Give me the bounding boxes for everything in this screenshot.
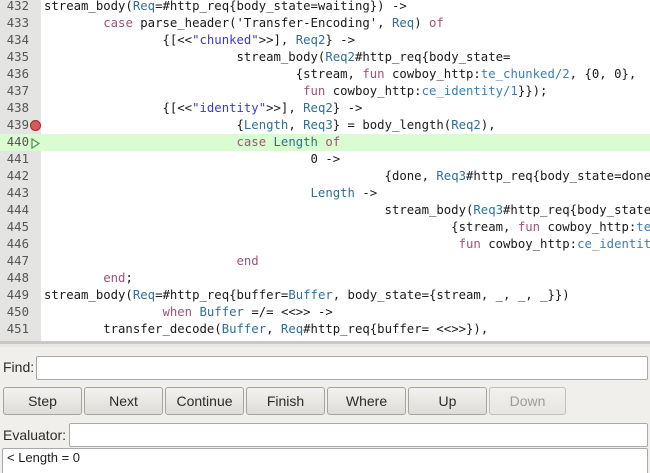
code-line[interactable]: 446 fun cowboy_http:ce_identity/1}} (0, 236, 650, 253)
code-line[interactable]: 434 {[<<"chunked">>], Req2} -> (0, 32, 650, 49)
line-number: 444 (6, 203, 29, 217)
next-button[interactable]: Next (84, 387, 163, 415)
code-line[interactable]: 449 stream_body(Req=#http_req{buffer=Buff… (0, 287, 650, 304)
line-text: case parse_header('Transfer-Encoding', R… (103, 16, 444, 30)
code-line[interactable]: 433 case parse_header('Transfer-Encoding… (0, 15, 650, 32)
code-line[interactable]: 451 transfer_decode(Buffer, Req#http_req… (0, 321, 650, 338)
line-number: 437 (6, 84, 29, 98)
up-button[interactable]: Up (408, 387, 487, 415)
finish-button[interactable]: Finish (246, 387, 325, 415)
code-line[interactable]: 447 end (0, 253, 650, 270)
line-number: 434 (6, 33, 29, 47)
line-text: stream_body(Req=#http_req{buffer=Buffer,… (44, 288, 570, 302)
code-line[interactable]: 436 {stream, fun cowboy_http:te_chunked/… (0, 66, 650, 83)
line-text: {Length, Req3} = body_length(Req2), (44, 118, 496, 132)
line-text: stream_body(Req2#http_req{body_state= (44, 50, 511, 64)
line-text: stream_body(Req=#http_req{body_state=wai… (44, 0, 407, 13)
line-text: when Buffer =/= <<>> -> (162, 305, 333, 319)
line-number: 443 (6, 186, 29, 200)
step-button[interactable]: Step (3, 387, 82, 415)
line-text: fun cowboy_http:ce_identity/1}} (458, 237, 650, 251)
line-number: 440 (6, 135, 29, 149)
line-number: 441 (6, 152, 29, 166)
where-button[interactable]: Where (327, 387, 406, 415)
line-number: 435 (6, 50, 29, 64)
line-text: 0 -> (44, 152, 341, 166)
code-line[interactable]: 444 stream_body(Req3#http_req{body_state… (0, 202, 650, 219)
line-number: 446 (6, 237, 29, 251)
code-line[interactable]: 441 0 -> (0, 151, 650, 168)
line-number: 433 (6, 16, 29, 30)
continue-button[interactable]: Continue (165, 387, 244, 415)
line-number: 439 (6, 118, 29, 132)
line-text: {done, Req3#http_req{body_state=done}}; (44, 169, 650, 183)
line-text: transfer_decode(Buffer, Req#http_req{buf… (44, 322, 489, 336)
line-text: {stream, fun cowboy_http:te_iden (44, 220, 650, 234)
evaluator-input[interactable] (69, 423, 648, 447)
current-line-arrow-icon (30, 137, 41, 150)
line-number: 449 (6, 288, 29, 302)
line-text: {[<<"chunked">>], Req2} -> (44, 33, 355, 47)
evaluator-label: Evaluator: (3, 427, 67, 443)
code-line[interactable]: 443 Length -> (0, 185, 650, 202)
line-number: 442 (6, 169, 29, 183)
line-number: 448 (6, 271, 29, 285)
pane-divider-shadow (0, 344, 650, 347)
line-number: 451 (6, 322, 29, 336)
evaluator-output: < Length = 0 (2, 448, 648, 473)
line-number: 432 (6, 0, 29, 13)
line-text: {stream, fun cowboy_http:te_chunked/2, {… (44, 67, 637, 81)
find-label: Find: (3, 359, 35, 375)
line-text: fun cowboy_http:ce_identity/1}}); (303, 84, 548, 98)
current-line[interactable]: 440 case Length of (0, 134, 650, 151)
line-text: stream_body(Req3#http_req{body_state= (44, 203, 650, 217)
line-text: end; (103, 271, 133, 285)
line-text: Length -> (310, 186, 378, 200)
code-editor[interactable]: 432 stream_body(Req=#http_req{body_state=… (0, 0, 650, 341)
code-line[interactable]: 450 when Buffer =/= <<>> -> (0, 304, 650, 321)
line-number: 445 (6, 220, 29, 234)
code-line[interactable]: 437 fun cowboy_http:ce_identity/1}}); (0, 83, 650, 100)
breakpoint-icon[interactable] (30, 120, 41, 131)
find-input[interactable] (36, 356, 648, 380)
code-line[interactable]: 432 stream_body(Req=#http_req{body_state=… (0, 0, 650, 15)
code-line[interactable]: 442 {done, Req3#http_req{body_state=done… (0, 168, 650, 185)
code-line[interactable]: 435 stream_body(Req2#http_req{body_state… (0, 49, 650, 66)
line-number: 438 (6, 101, 29, 115)
line-text: {[<<"identity">>], Req2} -> (44, 101, 363, 115)
line-number: 436 (6, 67, 29, 81)
line-number: 450 (6, 305, 29, 319)
line-text: case Length of (236, 135, 341, 149)
code-line[interactable]: 439 {Length, Req3} = body_length(Req2), (0, 117, 650, 134)
code-line[interactable]: 438 {[<<"identity">>], Req2} -> (0, 100, 650, 117)
code-line[interactable]: 448 end; (0, 270, 650, 287)
down-button[interactable]: Down (489, 387, 566, 415)
line-number: 447 (6, 254, 29, 268)
line-text: end (236, 254, 259, 268)
code-line[interactable]: 445 {stream, fun cowboy_http:te_iden (0, 219, 650, 236)
